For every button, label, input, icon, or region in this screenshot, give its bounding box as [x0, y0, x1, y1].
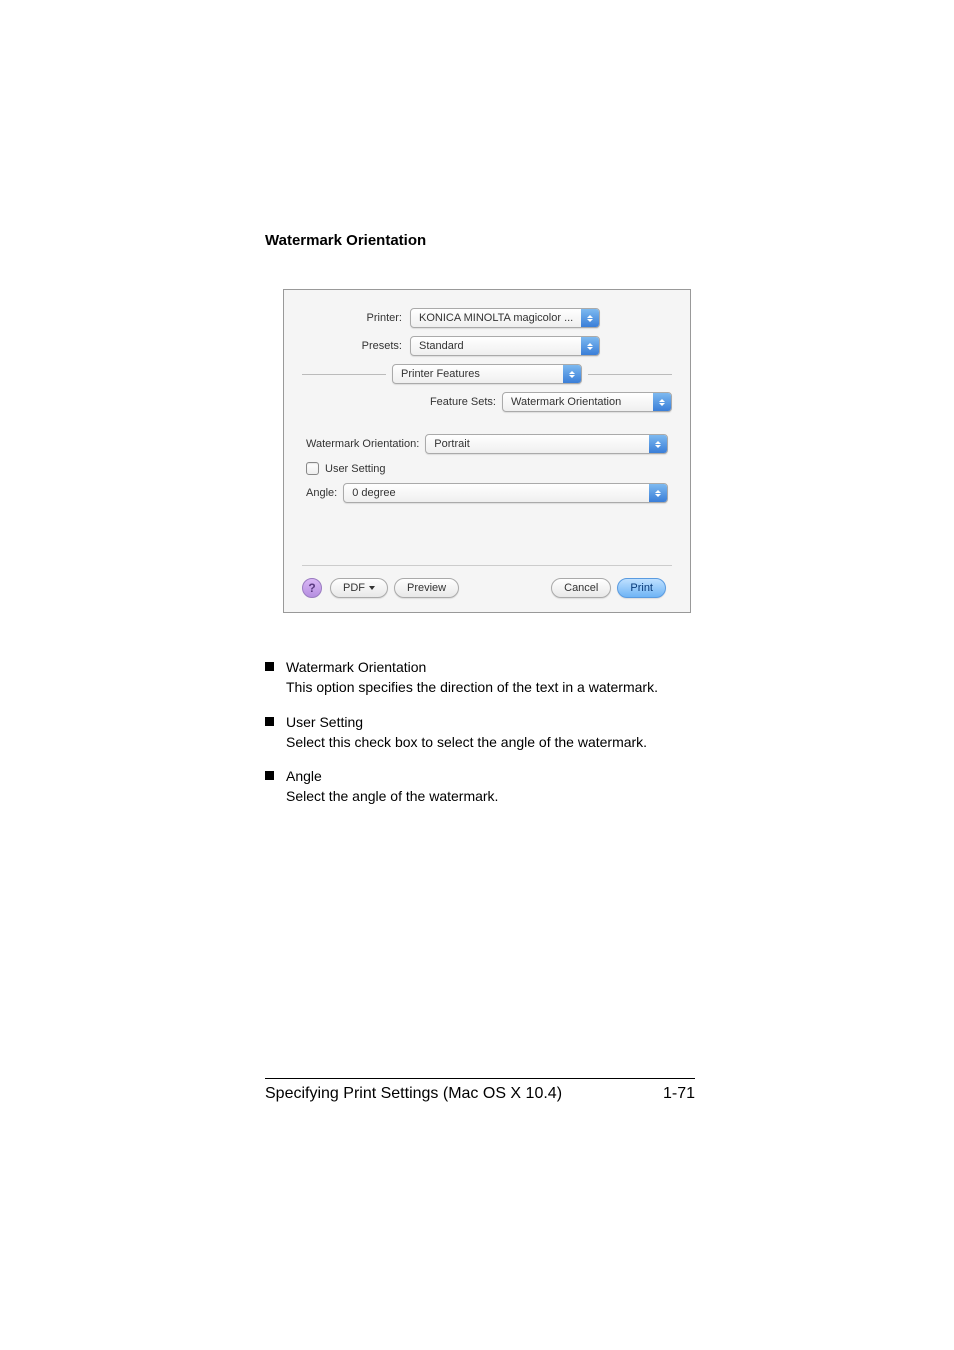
bullet-list: Watermark Orientation This option specif…: [265, 657, 695, 807]
presets-label: Presets:: [302, 340, 410, 352]
pdf-button-label: PDF: [343, 582, 365, 594]
watermark-orientation-select[interactable]: Portrait: [425, 434, 668, 454]
divider: [588, 374, 672, 375]
printer-select-value: KONICA MINOLTA magicolor ...: [411, 312, 581, 324]
bullet-desc: This option specifies the direction of t…: [286, 677, 658, 697]
feature-sets-label: Feature Sets:: [430, 396, 502, 408]
presets-select-value: Standard: [411, 340, 581, 352]
bullet-title: Watermark Orientation: [286, 657, 658, 677]
updown-icon: [649, 435, 667, 453]
square-bullet-icon: [265, 662, 274, 671]
list-item: Angle Select the angle of the watermark.: [265, 766, 695, 807]
pdf-button[interactable]: PDF: [330, 578, 388, 598]
updown-icon: [653, 393, 671, 411]
printer-label: Printer:: [302, 312, 410, 324]
presets-select[interactable]: Standard: [410, 336, 600, 356]
cancel-button-label: Cancel: [564, 582, 598, 594]
help-button[interactable]: ?: [302, 578, 322, 598]
printer-select[interactable]: KONICA MINOLTA magicolor ...: [410, 308, 600, 328]
square-bullet-icon: [265, 771, 274, 780]
bullet-desc: Select this check box to select the angl…: [286, 732, 647, 752]
user-setting-checkbox[interactable]: [306, 462, 319, 475]
watermark-orientation-label: Watermark Orientation:: [306, 438, 425, 450]
updown-icon: [649, 484, 667, 502]
user-setting-label: User Setting: [325, 463, 392, 475]
section-heading: Watermark Orientation: [265, 232, 695, 249]
list-item: Watermark Orientation This option specif…: [265, 657, 695, 698]
cancel-button[interactable]: Cancel: [551, 578, 611, 598]
divider: [302, 374, 386, 375]
preview-button-label: Preview: [407, 582, 446, 594]
bullet-desc: Select the angle of the watermark.: [286, 786, 498, 806]
bullet-title: Angle: [286, 766, 498, 786]
angle-select[interactable]: 0 degree: [343, 483, 668, 503]
print-button-label: Print: [630, 582, 653, 594]
bullet-title: User Setting: [286, 712, 647, 732]
feature-sets-select[interactable]: Watermark Orientation: [502, 392, 672, 412]
footer-left: Specifying Print Settings (Mac OS X 10.4…: [265, 1085, 562, 1103]
page-footer: Specifying Print Settings (Mac OS X 10.4…: [265, 1078, 695, 1103]
angle-value: 0 degree: [344, 487, 649, 499]
preview-button[interactable]: Preview: [394, 578, 459, 598]
angle-label: Angle:: [306, 487, 343, 499]
pane-select[interactable]: Printer Features: [392, 364, 582, 384]
updown-icon: [563, 365, 581, 383]
square-bullet-icon: [265, 717, 274, 726]
watermark-orientation-value: Portrait: [426, 438, 649, 450]
list-item: User Setting Select this check box to se…: [265, 712, 695, 753]
footer-page-number: 1-71: [663, 1085, 695, 1103]
feature-sets-value: Watermark Orientation: [503, 396, 653, 408]
pane-select-value: Printer Features: [393, 368, 563, 380]
updown-icon: [581, 337, 599, 355]
print-dialog: Printer: KONICA MINOLTA magicolor ... Pr…: [283, 289, 691, 613]
print-button[interactable]: Print: [617, 578, 666, 598]
updown-icon: [581, 309, 599, 327]
